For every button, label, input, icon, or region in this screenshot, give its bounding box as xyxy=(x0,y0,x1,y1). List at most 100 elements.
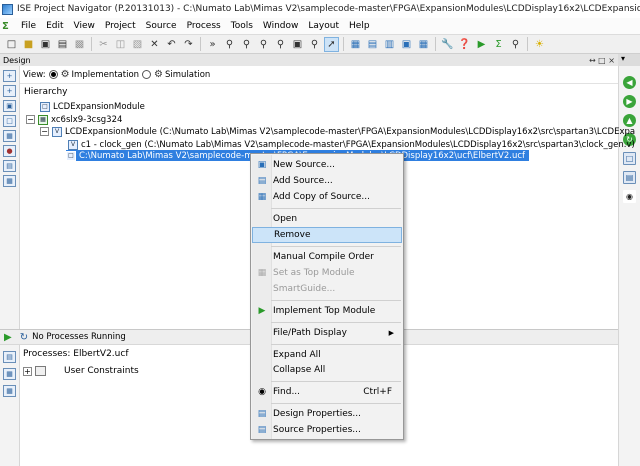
layout-horizontal-icon[interactable]: ▤ xyxy=(365,37,380,52)
layout-vertical-icon[interactable]: ▥ xyxy=(382,37,397,52)
run-icon[interactable]: ▶ xyxy=(474,37,489,52)
undo-icon[interactable]: ↶ xyxy=(164,37,179,52)
new-file-icon[interactable]: □ xyxy=(4,37,19,52)
menu-item-manual-compile-order[interactable]: Manual Compile Order xyxy=(252,249,402,265)
module-view-icon[interactable]: ▦ xyxy=(3,130,16,142)
list-icon[interactable]: ▤ xyxy=(623,171,636,184)
menu-item-label: Design Properties... xyxy=(273,409,362,419)
menu-separator xyxy=(271,300,401,301)
menu-file[interactable]: File xyxy=(16,18,41,34)
ise-menu-icon[interactable]: Σ xyxy=(2,21,13,32)
process-item-user-constraints[interactable]: + User Constraints xyxy=(23,366,139,376)
menu-item-collapse-all[interactable]: Collapse All xyxy=(252,362,402,378)
grid-icon[interactable]: ▦ xyxy=(3,175,16,187)
menu-item-file-path-display[interactable]: File/Path Display ▶ xyxy=(252,325,402,341)
layout-cascade-icon[interactable]: ▣ xyxy=(399,37,414,52)
toolbar-separator xyxy=(91,37,92,51)
wrench-icon[interactable]: 🔧 xyxy=(440,37,455,52)
run-process-icon[interactable]: ▶ xyxy=(4,332,12,343)
telescope-icon[interactable]: ⚲ xyxy=(508,37,523,52)
bug-icon[interactable]: ● xyxy=(3,145,16,157)
menu-window[interactable]: Window xyxy=(258,18,304,34)
menu-item-label: New Source... xyxy=(273,160,335,170)
process-grid-icon[interactable]: ▦ xyxy=(3,385,16,397)
forward-icon[interactable]: ▶ xyxy=(623,95,636,108)
process-report-icon[interactable]: ▦ xyxy=(3,368,16,380)
binoculars-icon[interactable]: ◉ xyxy=(623,190,636,203)
menu-item-design-properties[interactable]: ▤ Design Properties... xyxy=(252,406,402,422)
simulation-label[interactable]: Simulation xyxy=(165,70,210,80)
process-properties-icon[interactable]: ▤ xyxy=(3,351,16,363)
expand-toggle[interactable]: + xyxy=(23,366,32,376)
find-icon: ◉ xyxy=(258,387,266,397)
collapse-toggle[interactable]: − xyxy=(40,127,49,136)
add-copy-icon[interactable]: ▣ xyxy=(3,100,16,112)
menu-item-add-copy[interactable]: ▦ Add Copy of Source... xyxy=(252,189,402,205)
add-source-icon[interactable]: + xyxy=(3,85,16,97)
back-icon[interactable]: ◀ xyxy=(623,76,636,89)
save-icon[interactable]: ▣ xyxy=(38,37,53,52)
menu-item-open[interactable]: Open xyxy=(252,211,402,227)
menu-item-set-top-module[interactable]: ▦ Set as Top Module xyxy=(252,265,402,281)
ucf-icon: □ xyxy=(66,150,76,161)
properties-icon[interactable]: ▤ xyxy=(3,160,16,172)
tree-node-clock-gen[interactable]: V c1 - clock_gen (C:\Numato Lab\Mimas V2… xyxy=(68,139,635,150)
menu-source[interactable]: Source xyxy=(141,18,182,34)
menu-item-add-source[interactable]: ▤ Add Source... xyxy=(252,173,402,189)
zoom-fit-icon[interactable]: ⚲ xyxy=(273,37,288,52)
menu-item-source-properties[interactable]: ▤ Source Properties... xyxy=(252,422,402,438)
print-icon[interactable]: ▩ xyxy=(72,37,87,52)
open-folder-icon[interactable]: ■ xyxy=(21,37,36,52)
menu-item-label: Set as Top Module xyxy=(273,268,355,278)
lightbulb-icon[interactable]: ☀ xyxy=(532,37,547,52)
sigma-icon[interactable]: Σ xyxy=(491,37,506,52)
simulation-radio[interactable] xyxy=(142,70,152,79)
implementation-label[interactable]: Implementation xyxy=(72,70,140,80)
menu-view[interactable]: View xyxy=(69,18,100,34)
menu-tools[interactable]: Tools xyxy=(226,18,258,34)
menu-item-find[interactable]: ◉ Find... Ctrl+F xyxy=(252,384,402,400)
menu-item-label: Expand All xyxy=(273,350,321,360)
paste-icon[interactable]: ▧ xyxy=(130,37,145,52)
design-panel-header: Design ↔ □ × xyxy=(0,54,618,66)
save-all-icon[interactable]: ▤ xyxy=(55,37,70,52)
menu-item-expand-all[interactable]: Expand All xyxy=(252,347,402,363)
menu-item-implement-top-module[interactable]: ▶ Implement Top Module xyxy=(252,303,402,319)
hierarchy-label: Hierarchy xyxy=(24,87,68,97)
panel-controls[interactable]: ↔ □ × xyxy=(589,56,615,65)
menu-item-new-source[interactable]: ▣ New Source... xyxy=(252,157,402,173)
tree-node-label: LCDExpansionModule (C:\Numato Lab\Mimas … xyxy=(65,126,636,137)
menu-help[interactable]: Help xyxy=(344,18,375,34)
menu-separator xyxy=(271,381,401,382)
window-icon[interactable]: □ xyxy=(623,152,636,165)
cut-icon[interactable]: ✂ xyxy=(96,37,111,52)
menu-item-smartguide[interactable]: SmartGuide... xyxy=(252,281,402,297)
pin-icon[interactable]: ➚ xyxy=(324,36,339,52)
collapse-toggle[interactable]: − xyxy=(26,115,35,124)
layout-reset-icon[interactable]: ▦ xyxy=(416,37,431,52)
overflow-icon[interactable]: » xyxy=(205,37,220,52)
tree-node-top-module[interactable]: − V LCDExpansionModule (C:\Numato Lab\Mi… xyxy=(40,126,635,137)
tree-node-project[interactable]: □ LCDExpansionModule xyxy=(40,101,145,112)
menu-project[interactable]: Project xyxy=(100,18,141,34)
copy-icon[interactable]: ◫ xyxy=(113,37,128,52)
delete-icon[interactable]: ✕ xyxy=(147,37,162,52)
remove-source-icon[interactable]: □ xyxy=(3,115,16,127)
zoom-in-icon[interactable]: ⚲ xyxy=(222,37,237,52)
new-source-icon[interactable]: + xyxy=(3,70,16,82)
zoom-out-icon[interactable]: ⚲ xyxy=(239,37,254,52)
tree-node-device[interactable]: − ▦ xc6slx9-3csg324 xyxy=(26,114,122,125)
redo-icon[interactable]: ↷ xyxy=(181,37,196,52)
layout-tile-icon[interactable]: ▦ xyxy=(348,37,363,52)
help-pointer-icon[interactable]: ❓ xyxy=(457,37,472,52)
menu-layout[interactable]: Layout xyxy=(303,18,344,34)
menu-edit[interactable]: Edit xyxy=(41,18,68,34)
design-left-toolstrip: + + ▣ □ ▦ ● ▤ ▦ xyxy=(0,66,20,329)
zoom-full-icon[interactable]: ⚲ xyxy=(256,37,271,52)
menu-separator xyxy=(271,344,401,345)
implementation-radio[interactable] xyxy=(48,70,58,79)
menu-process[interactable]: Process xyxy=(182,18,226,34)
find-icon[interactable]: ⚲ xyxy=(307,37,322,52)
zoom-area-icon[interactable]: ▣ xyxy=(290,37,305,52)
menu-item-remove[interactable]: Remove xyxy=(252,227,402,243)
